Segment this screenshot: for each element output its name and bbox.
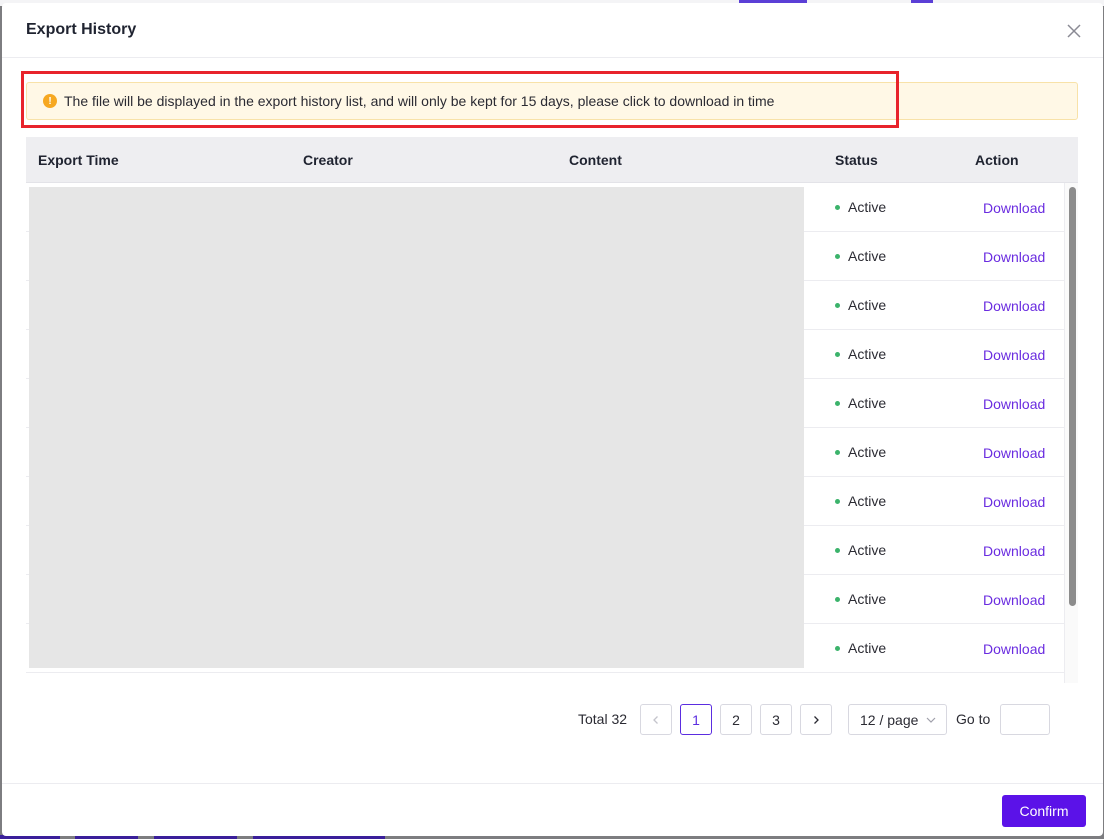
status-dot-icon: [835, 498, 840, 504]
column-header-status: Status: [835, 152, 878, 168]
column-header-action: Action: [975, 152, 1019, 168]
download-link[interactable]: Download: [983, 641, 1045, 657]
warning-icon: !: [43, 94, 57, 108]
page-size-value: 12 / page: [860, 711, 919, 728]
alert-text: The file will be displayed in the export…: [64, 93, 775, 109]
status-dot-icon: [835, 302, 840, 308]
status-cell: Active: [835, 444, 886, 460]
pagination: Total 32 1 2 3 12 / page Go to: [2, 703, 1103, 735]
status-text: Active: [848, 395, 887, 411]
download-link[interactable]: Download: [983, 592, 1045, 608]
next-page-button[interactable]: [800, 704, 832, 735]
chevron-down-icon: [926, 717, 936, 723]
status-cell: Active: [835, 640, 886, 656]
status-cell: Active: [835, 248, 886, 264]
status-dot-icon: [835, 204, 840, 210]
status-dot-icon: [835, 645, 840, 651]
modal-header: Export History: [2, 3, 1103, 58]
status-text: Active: [848, 297, 887, 313]
status-text: Active: [848, 248, 887, 264]
chevron-left-icon: [653, 715, 658, 724]
redacted-area: [29, 187, 804, 668]
status-cell: Active: [835, 542, 886, 558]
download-link[interactable]: Download: [983, 445, 1045, 461]
status-text: Active: [848, 444, 887, 460]
status-text: Active: [848, 640, 887, 656]
retention-alert: ! The file will be displayed in the expo…: [26, 82, 1078, 120]
modal-footer: Confirm: [2, 783, 1103, 836]
download-link[interactable]: Download: [983, 249, 1045, 265]
status-text: Active: [848, 493, 887, 509]
status-cell: Active: [835, 346, 886, 362]
page-button-1[interactable]: 1: [680, 704, 712, 735]
download-link[interactable]: Download: [983, 543, 1045, 559]
status-text: Active: [848, 199, 887, 215]
table-body: Active Download Active Download Active Downlo…: [26, 183, 1064, 683]
export-history-modal: Export History ! The file will be displa…: [2, 3, 1103, 836]
status-dot-icon: [835, 449, 840, 455]
goto-label: Go to: [956, 711, 991, 727]
column-header-export-time: Export Time: [38, 152, 119, 168]
download-link[interactable]: Download: [983, 200, 1045, 216]
export-history-table: Export Time Creator Content Status Actio…: [26, 137, 1078, 683]
chevron-right-icon: [814, 715, 819, 724]
column-header-creator: Creator: [303, 152, 353, 168]
status-cell: Active: [835, 199, 886, 215]
status-text: Active: [848, 346, 887, 362]
table-scrollbar[interactable]: [1064, 183, 1078, 683]
status-cell: Active: [835, 591, 886, 607]
download-link[interactable]: Download: [983, 298, 1045, 314]
close-icon: [1067, 24, 1081, 38]
status-dot-icon: [835, 253, 840, 259]
status-cell: Active: [835, 297, 886, 313]
page-button-3[interactable]: 3: [760, 704, 792, 735]
download-link[interactable]: Download: [983, 347, 1045, 363]
column-header-content: Content: [569, 152, 622, 168]
confirm-button[interactable]: Confirm: [1002, 795, 1086, 827]
status-dot-icon: [835, 400, 840, 406]
download-link[interactable]: Download: [983, 494, 1045, 510]
prev-page-button[interactable]: [640, 704, 672, 735]
scrollbar-thumb[interactable]: [1069, 187, 1076, 606]
page-size-select[interactable]: 12 / page: [848, 704, 947, 735]
total-count: Total 32: [578, 711, 628, 727]
status-cell: Active: [835, 395, 886, 411]
close-button[interactable]: [1063, 20, 1085, 42]
table-header: Export Time Creator Content Status Actio…: [26, 137, 1078, 183]
status-dot-icon: [835, 351, 840, 357]
status-text: Active: [848, 542, 887, 558]
status-text: Active: [848, 591, 887, 607]
status-cell: Active: [835, 493, 886, 509]
modal-title: Export History: [26, 21, 137, 38]
goto-page-input[interactable]: [1000, 704, 1050, 735]
status-dot-icon: [835, 547, 840, 553]
download-link[interactable]: Download: [983, 396, 1045, 412]
page-button-2[interactable]: 2: [720, 704, 752, 735]
status-dot-icon: [835, 596, 840, 602]
